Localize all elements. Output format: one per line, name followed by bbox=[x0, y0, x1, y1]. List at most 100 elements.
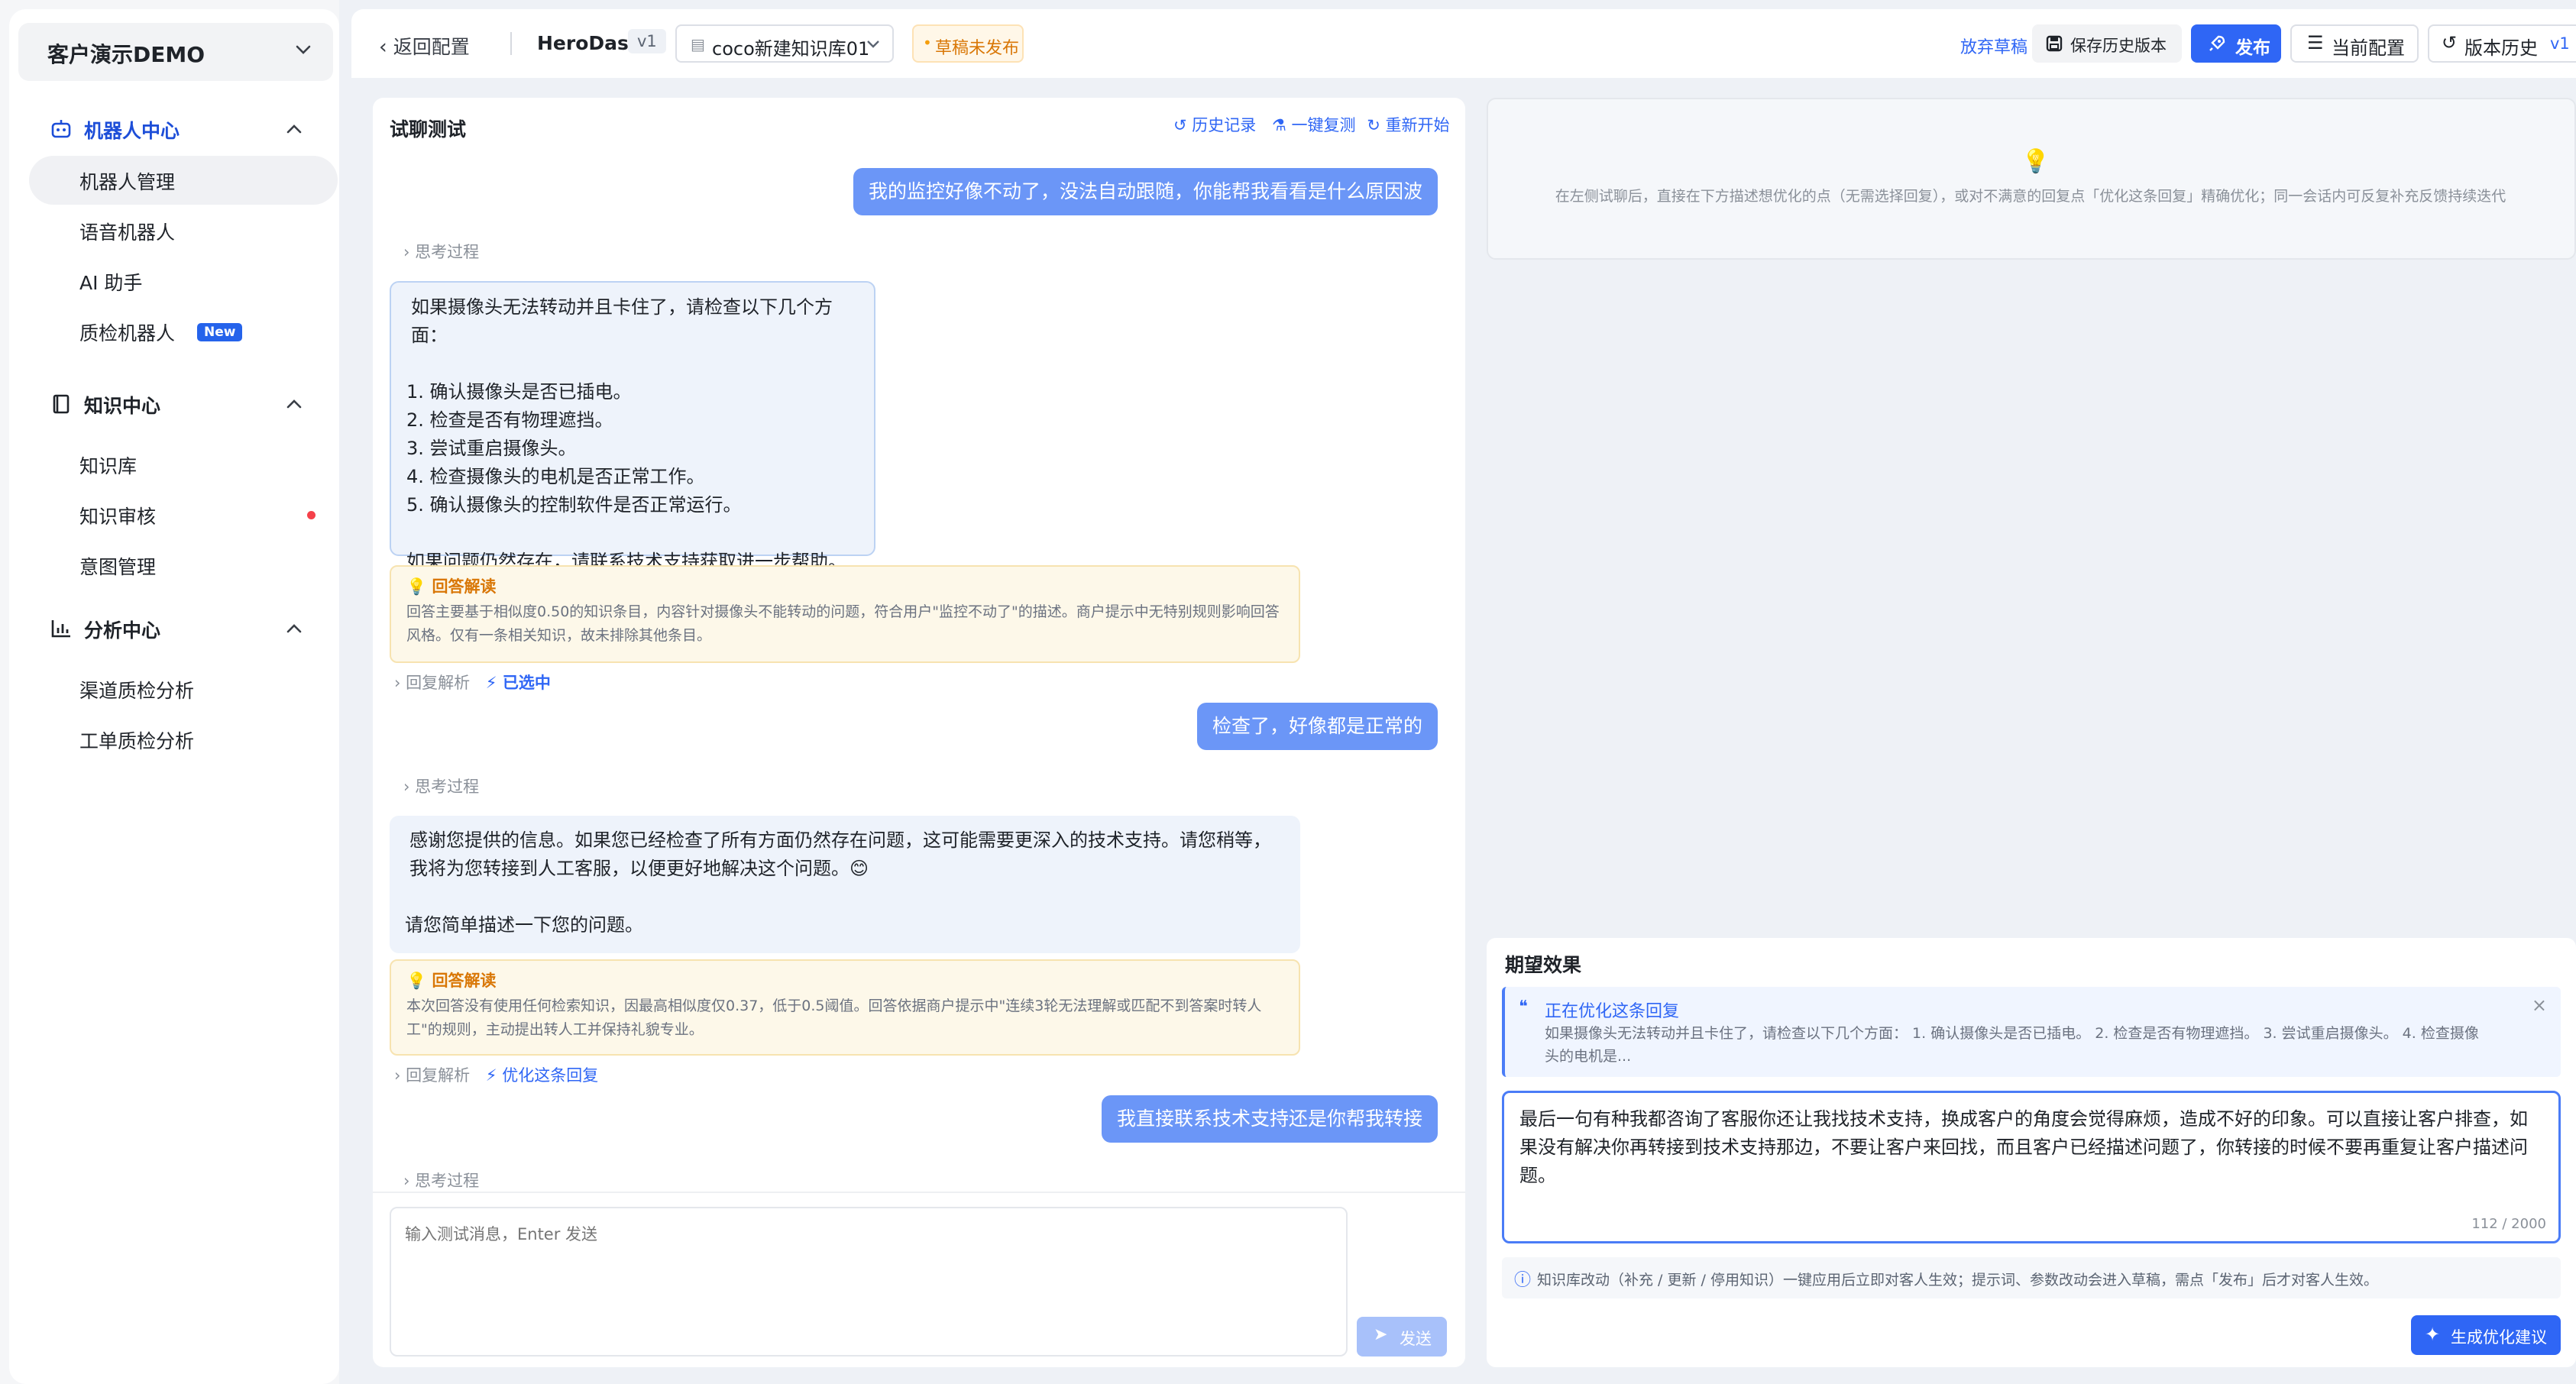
optimization-hint-panel: 💡 在左侧试聊后，直接在下方描述想优化的点（无需选择回复），或对不满意的回复点「… bbox=[1487, 98, 2576, 260]
sidebar-item-ai-assistant[interactable]: AI 助手 bbox=[29, 257, 338, 306]
sidebar-item-channel-qa-analysis[interactable]: 渠道质检分析 bbox=[29, 665, 338, 713]
selected-link[interactable]: ⚡ 已选中 bbox=[486, 674, 551, 692]
version-history-button[interactable]: ↺ 版本历史 v1 bbox=[2428, 24, 2576, 63]
test-message-input[interactable] bbox=[390, 1207, 1348, 1357]
sidebar-item-intent-management[interactable]: 意图管理 bbox=[29, 541, 338, 590]
selected-label: 已选中 bbox=[502, 674, 551, 692]
bot-answer[interactable]: 感谢您提供的信息。如果您已经检查了所有方面仍然存在问题，这可能需要更深入的技术支… bbox=[390, 816, 1300, 953]
restart-link[interactable]: 重新开始 bbox=[1385, 116, 1449, 134]
send-button[interactable]: ➤ 发送 bbox=[1357, 1317, 1447, 1357]
restart-icon: ↻ bbox=[1367, 116, 1380, 134]
version-history-label: 版本历史 bbox=[2464, 37, 2538, 59]
magic-wand-icon: ⚡ bbox=[485, 674, 497, 692]
chat-test-panel: 试聊测试 ↺ 历史记录 ⚗ 一键复测 ↻ 重新开始 我的监控好像不动了，没法自动… bbox=[373, 98, 1465, 1367]
info-text: 知识库改动（补充 / 更新 / 停用知识）一键应用后立即对客人生效；提示词、参数… bbox=[1537, 1272, 2378, 1289]
current-config-button[interactable]: ☰ 当前配置 bbox=[2290, 24, 2419, 63]
draft-status-badge: • 草稿未发布 bbox=[912, 24, 1024, 63]
reply-analysis-link[interactable]: › 回复解析 bbox=[394, 674, 470, 692]
thinking-label: 思考过程 bbox=[415, 243, 480, 261]
nav-group-knowledge-center[interactable]: 知识中心 bbox=[50, 388, 333, 422]
sidebar-item-label: 质检机器人 bbox=[79, 322, 176, 344]
top-bar: ‹ 返回配置 HeroDash v1 ▤ coco新建知识库01 • 草稿未发布… bbox=[351, 9, 2576, 78]
version-tag: v1 bbox=[628, 29, 666, 53]
sidebar-item-label: 机器人管理 bbox=[79, 171, 176, 193]
chevron-up-icon bbox=[286, 624, 302, 633]
publish-button[interactable]: 发布 bbox=[2191, 24, 2281, 63]
chevron-down-icon bbox=[867, 40, 879, 48]
bot-name: HeroDash bbox=[537, 32, 642, 54]
answer-actions: › 回复解析 ⚡ 已选中 bbox=[394, 671, 551, 694]
one-click-retest-link[interactable]: 一键复测 bbox=[1292, 116, 1356, 134]
bar-chart-icon bbox=[51, 620, 70, 638]
database-icon: ▤ bbox=[691, 35, 705, 53]
answer-list-item: 5. 确认摄像头的控制软件是否正常运行。 bbox=[406, 494, 742, 516]
sliders-icon: ☰ bbox=[2307, 32, 2324, 53]
send-label: 发送 bbox=[1400, 1330, 1432, 1348]
back-label: 返回配置 bbox=[393, 36, 470, 58]
history-link[interactable]: 历史记录 bbox=[1192, 116, 1256, 134]
answer-list-item: 2. 检查是否有物理遮挡。 bbox=[406, 409, 613, 431]
reply-analysis-label: 回复解析 bbox=[406, 674, 471, 692]
thinking-toggle[interactable]: › 思考过程 bbox=[403, 240, 479, 263]
send-icon: ➤ bbox=[1374, 1325, 1388, 1344]
user-message: 检查了，好像都是正常的 bbox=[1196, 703, 1438, 750]
nav-group-robot-center[interactable]: 机器人中心 bbox=[50, 113, 333, 147]
info-notice: ⓘ 知识库改动（补充 / 更新 / 停用知识）一键应用后立即对客人生效；提示词、… bbox=[1502, 1257, 2561, 1298]
info-icon: ⓘ bbox=[1514, 1271, 1532, 1290]
lightbulb-icon: 💡 bbox=[406, 972, 427, 990]
magic-wand-icon: ⚡ bbox=[485, 1066, 497, 1085]
publish-label: 发布 bbox=[2235, 38, 2270, 58]
robot-icon bbox=[51, 120, 71, 138]
version-history-badge: v1 bbox=[2550, 34, 2570, 53]
sidebar-item-knowledge-review[interactable]: 知识审核 bbox=[29, 490, 338, 539]
chat-panel-title: 试聊测试 bbox=[390, 118, 467, 141]
new-badge: New bbox=[197, 323, 243, 341]
generate-label: 生成优化建议 bbox=[2451, 1328, 2547, 1347]
sidebar-item-robot-management[interactable]: 机器人管理 bbox=[29, 156, 338, 205]
knowledge-base-select[interactable]: ▤ coco新建知识库01 bbox=[675, 24, 894, 63]
discard-draft-link[interactable]: 放弃草稿 bbox=[1960, 34, 2027, 58]
reply-analysis-link[interactable]: › 回复解析 bbox=[394, 1066, 470, 1085]
lightbulb-icon: 💡 bbox=[2021, 148, 2050, 175]
answer-line: 如果摄像头无法转动并且卡住了，请检查以下几个方面： bbox=[411, 296, 833, 346]
sparkle-icon: ✦ bbox=[2425, 1324, 2441, 1345]
current-config-label: 当前配置 bbox=[2332, 37, 2405, 59]
answer-list-item: 3. 尝试重启摄像头。 bbox=[406, 438, 577, 459]
answer-line: 感谢您提供的信息。如果您已经检查了所有方面仍然存在问题，这可能需要更深入的技术支… bbox=[409, 829, 1271, 879]
sidebar-item-knowledge-base[interactable]: 知识库 bbox=[29, 440, 338, 489]
thinking-toggle[interactable]: › 思考过程 bbox=[403, 774, 479, 797]
thinking-toggle[interactable]: › 思考过程 bbox=[403, 1169, 479, 1192]
optimizing-snippet: 如果摄像头无法转动并且卡住了，请检查以下几个方面： 1. 确认摄像头是否已插电。… bbox=[1545, 1025, 2479, 1065]
sidebar-item-ticket-qa-analysis[interactable]: 工单质检分析 bbox=[29, 715, 338, 764]
sidebar-item-label: 知识库 bbox=[79, 455, 138, 477]
nav-group-label: 分析中心 bbox=[84, 619, 161, 642]
optimize-label: 优化这条回复 bbox=[502, 1066, 599, 1085]
sidebar-item-voice-robot[interactable]: 语音机器人 bbox=[29, 206, 338, 255]
sidebar-item-qa-robot[interactable]: 质检机器人 New bbox=[29, 307, 338, 356]
user-message: 我的监控好像不动了，没法自动跟随，你能帮我看看是什么原因波 bbox=[853, 168, 1438, 215]
chevron-up-icon bbox=[286, 399, 302, 409]
feedback-textarea[interactable]: 最后一句有种我都咨询了客服你还让我找技术支持，换成客户的角度会觉得麻烦，造成不好… bbox=[1502, 1091, 2561, 1243]
back-to-config-link[interactable]: ‹ 返回配置 bbox=[379, 32, 470, 60]
optimize-reply-link[interactable]: ⚡ 优化这条回复 bbox=[486, 1066, 598, 1085]
expected-effect-panel: 期望效果 ❝ 正在优化这条回复 × 如果摄像头无法转动并且卡住了，请检查以下几个… bbox=[1487, 938, 2576, 1367]
sidebar-item-label: AI 助手 bbox=[79, 272, 143, 294]
optimizing-reply-card: ❝ 正在优化这条回复 × 如果摄像头无法转动并且卡住了，请检查以下几个方面： 1… bbox=[1502, 987, 2561, 1077]
hint-text: 在左侧试聊后，直接在下方描述想优化的点（无需选择回复），或对不满意的回复点「优化… bbox=[1555, 188, 2506, 205]
answer-interpretation: 💡 回答解读 本次回答没有使用任何检索知识，因最高相似度仅0.37，低于0.5阈… bbox=[390, 959, 1300, 1056]
nav-group-analytics-center[interactable]: 分析中心 bbox=[50, 613, 333, 646]
draft-status-text: 草稿未发布 bbox=[935, 39, 1020, 58]
answer-line: 请您简单描述一下您的问题。 bbox=[405, 914, 643, 936]
dot-icon: • bbox=[923, 34, 932, 52]
org-switcher[interactable]: 客户演示DEMO bbox=[18, 23, 333, 81]
save-history-version-button[interactable]: 保存历史版本 bbox=[2032, 24, 2182, 63]
sidebar-item-label: 意图管理 bbox=[79, 556, 157, 578]
interp-body: 本次回答没有使用任何检索知识，因最高相似度仅0.37，低于0.5阈值。回答依据商… bbox=[406, 998, 1262, 1038]
thinking-label: 思考过程 bbox=[415, 1172, 480, 1190]
close-icon[interactable]: × bbox=[2532, 994, 2547, 1016]
generate-suggestion-button[interactable]: ✦ 生成优化建议 bbox=[2411, 1315, 2561, 1355]
bot-answer[interactable]: 如果摄像头无法转动并且卡住了，请检查以下几个方面： 1. 确认摄像头是否已插电。… bbox=[390, 281, 875, 600]
history-icon: ↺ bbox=[1173, 116, 1187, 134]
save-icon bbox=[2046, 35, 2063, 52]
feedback-text: 最后一句有种我都咨询了客服你还让我找技术支持，换成客户的角度会觉得麻烦，造成不好… bbox=[1519, 1108, 2528, 1186]
